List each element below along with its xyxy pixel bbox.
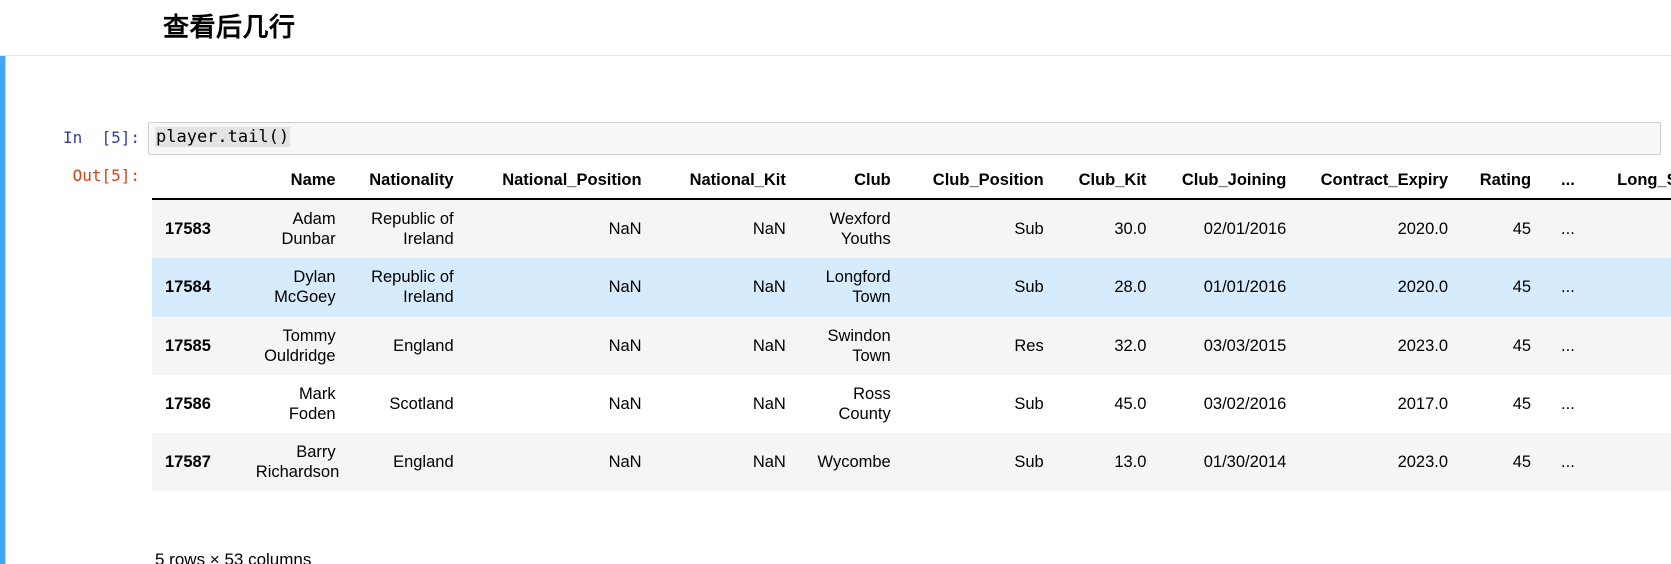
cell-club: Wexford Youths <box>829 210 891 249</box>
cell-club-kit: 30.0 <box>1114 220 1147 239</box>
cell-club: Wycombe <box>817 453 891 472</box>
cell-national-position: NaN <box>608 220 642 239</box>
cell-rating: 45 <box>1512 394 1532 413</box>
column-header-contract-expiry: Contract_Expiry <box>1298 168 1461 200</box>
code-cell[interactable]: In [5]: Out[5]: player.tail() Name Natio… <box>0 55 1671 564</box>
table-header-row: Name Nationality National_Position Natio… <box>152 168 1671 200</box>
table-row: 17586 Mark Foden Scotland NaN NaN Ross C… <box>152 374 1671 433</box>
cell-club-joining: 02/01/2016 <box>1203 220 1287 239</box>
column-header-ellipsis: ... <box>1543 168 1587 200</box>
cell-national-position: NaN <box>608 394 642 413</box>
cell-nationality: Scotland <box>389 394 454 413</box>
cell-club-joining: 01/01/2016 <box>1203 278 1287 297</box>
column-header-index <box>152 168 244 200</box>
cell-ellipsis: ... <box>1561 278 1575 297</box>
cell-ellipsis: ... <box>1561 220 1575 239</box>
input-prompt: In [5]: <box>62 128 140 147</box>
cell-club: Ross County <box>838 384 891 423</box>
cell-club-kit: 32.0 <box>1114 336 1147 355</box>
cell-rating: 45 <box>1512 453 1532 472</box>
cell-nationality: England <box>393 453 454 472</box>
cell-club-kit: 28.0 <box>1114 278 1147 297</box>
cell-rating: 45 <box>1512 336 1532 355</box>
cell-contract-expiry: 2020.0 <box>1397 220 1449 239</box>
cell-club-position: Sub <box>1014 453 1044 472</box>
cell-club-joining: 03/02/2016 <box>1203 394 1287 413</box>
cell-name: Adam Dunbar <box>281 210 336 249</box>
column-header-club: Club <box>797 168 903 200</box>
cell-national-kit: NaN <box>752 220 786 239</box>
cell-rating: 45 <box>1512 278 1532 297</box>
row-index: 17585 <box>165 336 211 355</box>
row-index: 17583 <box>165 220 211 239</box>
cell-club-kit: 45.0 <box>1114 394 1147 413</box>
column-header-nationality: Nationality <box>347 168 466 200</box>
column-header-name: Name <box>243 168 348 200</box>
cell-rating: 45 <box>1512 220 1532 239</box>
cell-national-position: NaN <box>608 453 642 472</box>
cell-club-position: Sub <box>1014 394 1044 413</box>
cell-long-shots: 12 <box>1587 375 1671 433</box>
notebook-page: 查看后几行 In [5]: Out[5]: player.tail() Name… <box>0 0 1671 564</box>
cell-nationality: England <box>393 336 454 355</box>
cell-name: Barry Richardson <box>255 443 340 482</box>
column-header-club-position: Club_Position <box>902 168 1056 200</box>
row-index: 17586 <box>165 394 211 413</box>
cell-national-kit: NaN <box>752 394 786 413</box>
table-body: 17583 Adam Dunbar Republic of Ireland Na… <box>152 199 1671 492</box>
cell-club: Longford Town <box>825 268 891 307</box>
cell-national-kit: NaN <box>752 336 786 355</box>
cell-long-shots: 13 <box>1587 199 1671 258</box>
markdown-cell[interactable]: 查看后几行 <box>0 0 1671 52</box>
code-text: player.tail() <box>155 127 291 147</box>
row-index: 17584 <box>165 278 211 297</box>
cell-ellipsis: ... <box>1561 453 1575 472</box>
page-title: 查看后几行 <box>163 13 296 43</box>
cell-club-joining: 03/03/2015 <box>1203 336 1287 355</box>
cell-long-shots: 42 <box>1587 317 1671 375</box>
cell-nationality: Republic of Ireland <box>371 268 454 307</box>
dataframe-shape-caption: 5 rows × 53 columns <box>155 550 312 564</box>
row-index: 17587 <box>165 453 211 472</box>
cell-long-shots: 11 <box>1587 258 1671 316</box>
column-header-long-shots: Long_Shots <box>1586 168 1671 200</box>
table-row: 17585 Tommy Ouldridge England NaN NaN Sw… <box>152 316 1671 375</box>
cell-contract-expiry: 2023.0 <box>1397 336 1449 355</box>
cell-contract-expiry: 2017.0 <box>1397 394 1449 413</box>
column-header-national-kit: National_Kit <box>653 168 798 200</box>
dataframe-output: Name Nationality National_Position Natio… <box>152 168 1671 564</box>
cell-contract-expiry: 2023.0 <box>1397 453 1449 472</box>
column-header-rating: Rating <box>1460 168 1544 200</box>
cell-nationality: Republic of Ireland <box>371 210 454 249</box>
cell-club-kit: 13.0 <box>1114 453 1147 472</box>
cell-national-position: NaN <box>608 278 642 297</box>
column-header-national-position: National_Position <box>465 168 654 200</box>
cell-club-position: Sub <box>1014 220 1044 239</box>
cell-club-position: Sub <box>1014 278 1044 297</box>
cell-club-joining: 01/30/2014 <box>1203 453 1287 472</box>
cell-ellipsis: ... <box>1561 336 1575 355</box>
cell-name: Dylan McGoey <box>274 268 336 307</box>
cell-name: Mark Foden <box>288 384 336 423</box>
cell-club: Swindon Town <box>827 326 891 365</box>
cell-name: Tommy Ouldridge <box>264 326 336 365</box>
cell-national-kit: NaN <box>752 278 786 297</box>
cell-club-position: Res <box>1014 336 1044 355</box>
table-row: 17583 Adam Dunbar Republic of Ireland Na… <box>152 199 1671 259</box>
column-header-club-kit: Club_Kit <box>1055 168 1159 200</box>
dataframe-table: Name Nationality National_Position Natio… <box>152 168 1671 492</box>
cell-contract-expiry: 2020.0 <box>1397 278 1449 297</box>
code-input-area[interactable]: player.tail() <box>148 122 1661 155</box>
output-prompt: Out[5]: <box>72 166 140 185</box>
cell-long-shots: 16 <box>1587 433 1671 491</box>
cell-national-position: NaN <box>608 336 642 355</box>
table-row: 17587 Barry Richardson England NaN NaN W… <box>152 433 1671 492</box>
cell-ellipsis: ... <box>1561 394 1575 413</box>
table-row: 17584 Dylan McGoey Republic of Ireland N… <box>152 258 1671 317</box>
cell-national-kit: NaN <box>752 453 786 472</box>
column-header-club-joining: Club_Joining <box>1158 168 1299 200</box>
